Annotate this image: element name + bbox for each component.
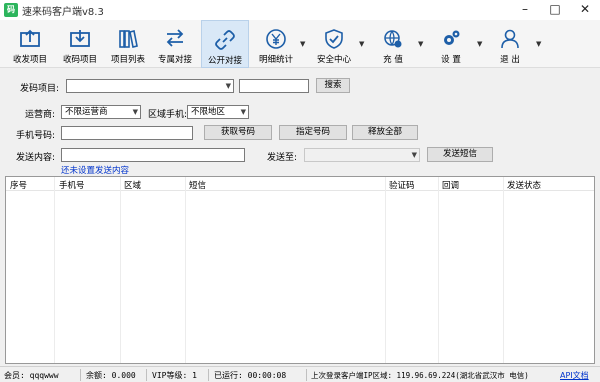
chevron-down-icon: ▼ (132, 108, 138, 116)
toolbar-receive-project[interactable]: 收码项目 (58, 20, 102, 68)
inbox-send-icon (20, 29, 40, 47)
chevron-down-icon[interactable]: ▼ (536, 40, 541, 48)
window-title: 速来码客户端v8.3 (22, 7, 104, 18)
send-to-label: 发送至: (267, 153, 298, 163)
gears-icon (444, 30, 460, 45)
title-bar: 码 速来码客户端v8.3 – □ ✕ (0, 0, 600, 20)
chevron-down-icon: ▼ (240, 108, 246, 116)
chevron-down-icon[interactable]: ▼ (477, 40, 482, 48)
toolbar-label: 退 出 (500, 55, 520, 65)
toolbar-public-docking[interactable]: 公开对接 (201, 20, 249, 68)
chevron-down-icon[interactable]: ▼ (300, 40, 305, 48)
toolbar-label: 安全中心 (316, 55, 351, 65)
chevron-down-icon[interactable]: ▼ (359, 40, 364, 48)
exchange-arrows-icon (166, 29, 184, 47)
close-icon[interactable]: ✕ (570, 0, 600, 20)
balance-status: 余额: 0.000 (86, 371, 136, 380)
chevron-down-icon: ▼ (225, 82, 231, 90)
column-header[interactable]: 序号 (10, 179, 27, 191)
sms-table[interactable]: 序号 手机号 区域 短信 验证码 回调 发送状态 (5, 176, 595, 364)
search-button[interactable]: 搜索 (316, 78, 350, 93)
toolbar-detail-stats[interactable]: 明细统计 (254, 20, 298, 68)
table-header: 序号 手机号 区域 短信 验证码 回调 发送状态 (6, 177, 594, 191)
chain-link-icon (215, 30, 235, 50)
toolbar-settings[interactable]: 设 置 (429, 20, 473, 68)
user-icon (501, 29, 519, 49)
toolbar-label: 充 值 (383, 55, 403, 65)
content-label: 发送内容: (16, 153, 56, 163)
column-divider (54, 177, 55, 363)
member-status: 会员: qqqwww (4, 371, 59, 380)
toolbar-label: 设 置 (441, 55, 461, 65)
last-login-status: 上次登录客户端IP区域: 119.96.69.224(湖北省武汉市 电信) (311, 371, 529, 380)
chevron-down-icon: ▼ (411, 151, 417, 159)
status-bar: 会员: qqqwww 余额: 0.000 VIP等级: 1 已运行: 00:00… (0, 366, 600, 382)
toolbar-project-list[interactable]: 项目列表 (106, 20, 150, 68)
runtime-status: 已运行: 00:00:08 (214, 371, 287, 380)
toolbar-label: 明细统计 (258, 55, 293, 65)
send-to-select[interactable]: ▼ (304, 148, 420, 162)
column-header[interactable]: 发送状态 (507, 179, 541, 191)
project-search-input[interactable] (239, 79, 309, 93)
yuan-coin-icon (266, 29, 286, 49)
column-header[interactable]: 验证码 (389, 179, 415, 191)
column-divider (385, 177, 386, 363)
status-divider (80, 369, 81, 381)
toolbar-recharge[interactable]: 充 值 (371, 20, 415, 68)
status-divider (146, 369, 147, 381)
shield-check-icon (325, 29, 343, 49)
phone-input[interactable] (61, 126, 193, 140)
globe-gear-icon (384, 30, 402, 48)
region-label: 区域手机: (148, 110, 188, 120)
project-select[interactable]: ▼ (66, 79, 234, 93)
vip-status: VIP等级: 1 (152, 371, 197, 380)
chevron-down-icon[interactable]: ▼ (418, 40, 423, 48)
specify-number-button[interactable]: 指定号码 (279, 125, 347, 140)
operator-label: 运营商: (25, 110, 56, 120)
content-input[interactable] (61, 148, 245, 162)
toolbar-exit[interactable]: 退 出 (488, 20, 532, 68)
content-not-set-link[interactable]: 还未设置发送内容 (61, 164, 129, 176)
toolbar-label: 专属对接 (157, 55, 192, 65)
column-divider (503, 177, 504, 363)
maximize-icon[interactable]: □ (540, 0, 570, 20)
toolbar-label: 收码项目 (62, 55, 97, 65)
project-label: 发码项目: (20, 84, 60, 94)
books-icon (119, 30, 138, 48)
column-header[interactable]: 短信 (189, 179, 206, 191)
column-header[interactable]: 回调 (442, 179, 459, 191)
status-divider (208, 369, 209, 381)
operator-value: 不限运营商 (65, 107, 108, 117)
column-divider (185, 177, 186, 363)
toolbar-label: 项目列表 (110, 55, 145, 65)
column-header[interactable]: 手机号 (59, 179, 85, 191)
region-select[interactable]: 不限地区 ▼ (187, 105, 249, 119)
column-divider (120, 177, 121, 363)
inbox-download-icon (70, 30, 90, 47)
column-divider (438, 177, 439, 363)
phone-label: 手机号码: (16, 131, 56, 141)
minimize-icon[interactable]: – (510, 0, 540, 20)
app-logo-icon: 码 (4, 3, 18, 17)
toolbar: 收发项目 收码项目 项目列表 专属对接 公开对接 明细统计 ▼ 安全中心 ▼ 充… (0, 20, 600, 68)
toolbar-exclusive-docking[interactable]: 专属对接 (152, 20, 198, 68)
send-sms-button[interactable]: 发送短信 (427, 147, 493, 162)
get-number-button[interactable]: 获取号码 (204, 125, 272, 140)
operator-select[interactable]: 不限运营商 ▼ (61, 105, 141, 119)
toolbar-label: 收发项目 (12, 55, 47, 65)
toolbar-security-center[interactable]: 安全中心 (311, 20, 357, 68)
release-all-button[interactable]: 释放全部 (352, 125, 418, 140)
toolbar-send-receive-project[interactable]: 收发项目 (8, 20, 52, 68)
status-divider (306, 369, 307, 381)
toolbar-label: 公开对接 (207, 56, 242, 66)
region-value: 不限地区 (191, 107, 226, 117)
api-doc-link[interactable]: API文档 (560, 370, 589, 381)
column-header[interactable]: 区域 (124, 179, 141, 191)
